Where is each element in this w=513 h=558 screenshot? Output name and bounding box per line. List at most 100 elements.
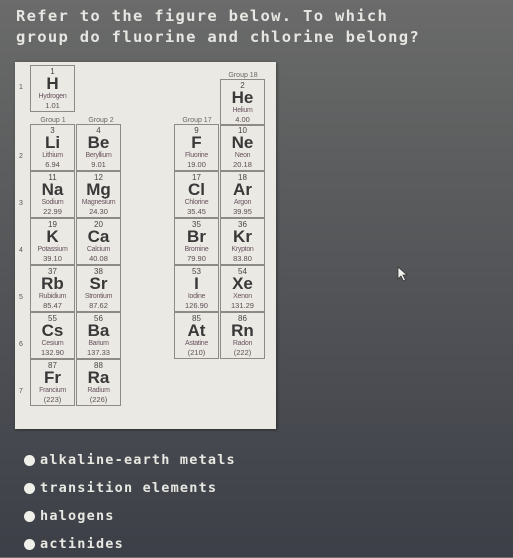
period-label: 2: [19, 153, 23, 160]
element-symbol: Ne: [231, 133, 254, 152]
element-name: Rubidium: [38, 293, 67, 300]
element-cell-ca: 20 Ca Calcium 40.08: [76, 218, 121, 265]
element-name: Sodium: [41, 199, 64, 206]
atomic-mass: 35.45: [187, 207, 206, 216]
element-symbol: F: [191, 133, 202, 152]
element-symbol: Cl: [188, 180, 205, 199]
option-halogens[interactable]: halogens: [24, 502, 236, 530]
element-cell-fr: 87 Fr Francium (223): [30, 359, 75, 406]
element-symbol: Li: [44, 133, 61, 152]
group-label-2: Group 2: [88, 117, 114, 124]
element-symbol: Be: [87, 133, 110, 152]
atomic-mass: 24.30: [89, 207, 108, 216]
element-symbol: Rn: [231, 321, 254, 340]
atomic-mass: 132.90: [41, 348, 64, 357]
element-name: Neon: [234, 152, 251, 159]
element-symbol: Ca: [87, 227, 110, 246]
atomic-mass: 4.00: [235, 115, 250, 124]
atomic-mass: 39.10: [43, 254, 62, 263]
option-alkaline-earth-metals[interactable]: alkaline-earth metals: [24, 446, 236, 474]
element-name: Xenon: [233, 293, 252, 300]
element-name: Barium: [88, 340, 109, 347]
element-cell-rb: 37 Rb Rubidium 85.47: [30, 265, 75, 312]
atomic-mass: 39.95: [233, 207, 252, 216]
element-cell-rn: 86 Rn Radon (222): [220, 312, 265, 359]
element-cell-br: 35 Br Bromine 79.90: [174, 218, 219, 265]
question-line-2: group do fluorine and chlorine belong?: [16, 28, 421, 46]
radio-button[interactable]: [24, 510, 35, 522]
element-cell-cl: 17 Cl Chlorine 35.45: [174, 171, 219, 218]
element-name: Lithium: [42, 152, 63, 159]
element-symbol: Br: [187, 227, 206, 246]
element-symbol: Sr: [89, 274, 108, 293]
element-symbol: I: [194, 274, 199, 293]
period-label: 7: [19, 388, 23, 395]
element-cell-be: 4 Be Beryllium 9.01: [76, 124, 121, 171]
period-label: 6: [19, 341, 23, 348]
element-symbol: H: [46, 74, 59, 93]
element-name: Radon: [232, 340, 253, 347]
element-symbol: Na: [41, 180, 64, 199]
element-cell-kr: 36 Kr Krypton 83.80: [220, 218, 265, 265]
element-name: Fluorine: [185, 152, 208, 159]
option-actinides[interactable]: actinides: [24, 530, 236, 558]
element-name: Beryllium: [85, 152, 112, 159]
element-cell-i: 53 I Iodine 126.90: [174, 265, 219, 312]
atomic-mass: 126.90: [185, 301, 208, 310]
element-name: Helium: [232, 107, 253, 114]
option-label: alkaline-earth metals: [40, 452, 236, 468]
period-label: 5: [19, 294, 23, 301]
element-cell-f: 9 F Fluorine 19.00: [174, 124, 219, 171]
element-symbol: Ar: [233, 180, 252, 199]
element-cell-cs: 55 Cs Cesium 132.90: [30, 312, 75, 359]
element-name: Astatine: [185, 340, 208, 347]
atomic-mass: 131.29: [231, 301, 254, 310]
element-name: Chlorine: [184, 199, 209, 206]
element-name: Hydrogen: [38, 93, 67, 100]
element-cell-xe: 54 Xe Xenon 131.29: [220, 265, 265, 312]
radio-button[interactable]: [24, 454, 35, 466]
group-label-18: Group 18: [228, 72, 258, 79]
atomic-mass: 40.08: [89, 254, 108, 263]
radio-button[interactable]: [24, 482, 35, 494]
atomic-mass: 79.90: [187, 254, 206, 263]
element-symbol: Xe: [232, 274, 253, 293]
group-label-1: Group 1: [40, 117, 66, 124]
element-name: Francium: [39, 387, 66, 394]
element-symbol: He: [231, 88, 254, 107]
radio-button[interactable]: [24, 538, 35, 550]
atomic-mass: 20.18: [233, 160, 252, 169]
element-name: Krypton: [231, 246, 254, 253]
atomic-mass: 9.01: [91, 160, 106, 169]
atomic-mass: (222): [233, 348, 252, 357]
element-symbol: Rb: [41, 274, 64, 293]
option-label: halogens: [40, 508, 115, 524]
element-cell-h: 1 H Hydrogen 1.01: [30, 65, 75, 112]
element-symbol: At: [187, 321, 206, 340]
atomic-mass: 85.47: [43, 301, 62, 310]
element-symbol: Ba: [87, 321, 110, 340]
option-label: transition elements: [40, 480, 218, 496]
element-symbol: K: [46, 227, 59, 246]
period-label: 3: [19, 200, 23, 207]
option-transition-elements[interactable]: transition elements: [24, 474, 236, 502]
atomic-mass: 137.33: [87, 348, 110, 357]
element-name: Magnesium: [81, 199, 116, 206]
element-symbol: Kr: [233, 227, 252, 246]
answer-options: alkaline-earth metals transition element…: [24, 446, 236, 558]
element-cell-ba: 56 Ba Barium 137.33: [76, 312, 121, 359]
atomic-mass: 19.00: [187, 160, 206, 169]
element-name: Radium: [87, 387, 110, 394]
element-name: Potassium: [37, 246, 68, 253]
question-line-1: Refer to the figure below. To which: [16, 7, 389, 25]
element-cell-he: 2 He Helium 4.00: [220, 79, 265, 126]
periodic-table-figure: 1 2 3 4 5 6 7 Group 1 Group 2 Group 17 G…: [15, 62, 276, 429]
atomic-mass: 87.62: [89, 301, 108, 310]
element-cell-k: 19 K Potassium 39.10: [30, 218, 75, 265]
element-name: Strontium: [84, 293, 113, 300]
atomic-mass: (223): [43, 395, 62, 404]
element-cell-at: 85 At Astatine (210): [174, 312, 219, 359]
atomic-mass: 22.99: [43, 207, 62, 216]
atomic-mass: (210): [187, 348, 206, 357]
element-cell-li: 3 Li Lithium 6.94: [30, 124, 75, 171]
